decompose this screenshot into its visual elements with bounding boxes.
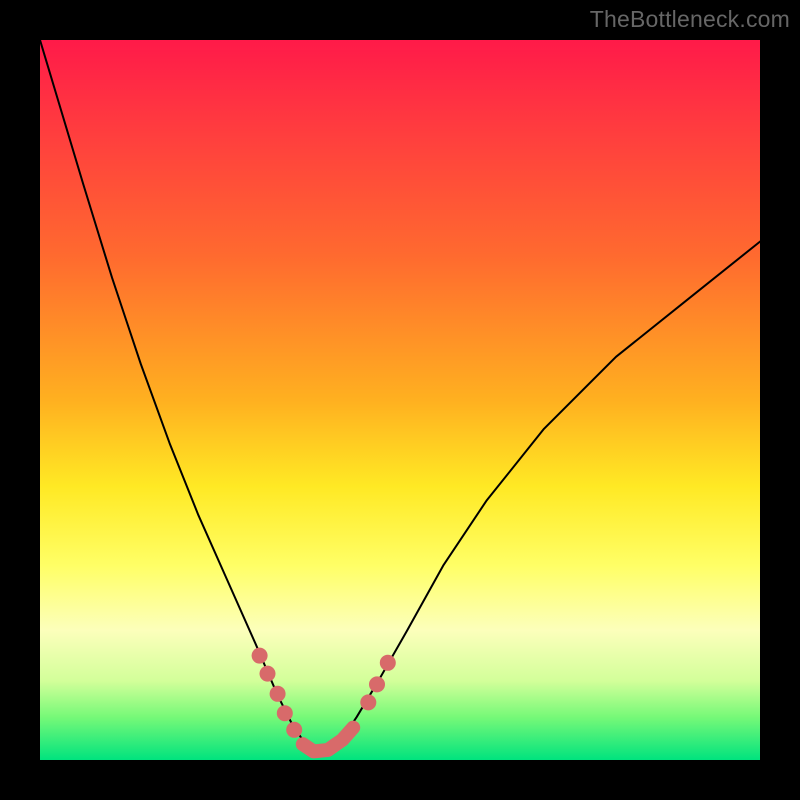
chart-svg [40,40,760,760]
plot-area [40,40,760,760]
marker-dot [286,722,302,738]
marker-dot [360,694,376,710]
marker-left-slope [252,648,303,738]
bottleneck-curve [40,40,760,753]
attribution-label: TheBottleneck.com [590,6,790,33]
marker-dot [270,686,286,702]
marker-dot [260,666,276,682]
marker-dot [252,648,268,664]
marker-dot [369,676,385,692]
marker-dot [277,705,293,721]
marker-right-slope [360,655,396,711]
marker-dot [380,655,396,671]
marker-bottom-run [303,728,353,752]
chart-frame: TheBottleneck.com [0,0,800,800]
